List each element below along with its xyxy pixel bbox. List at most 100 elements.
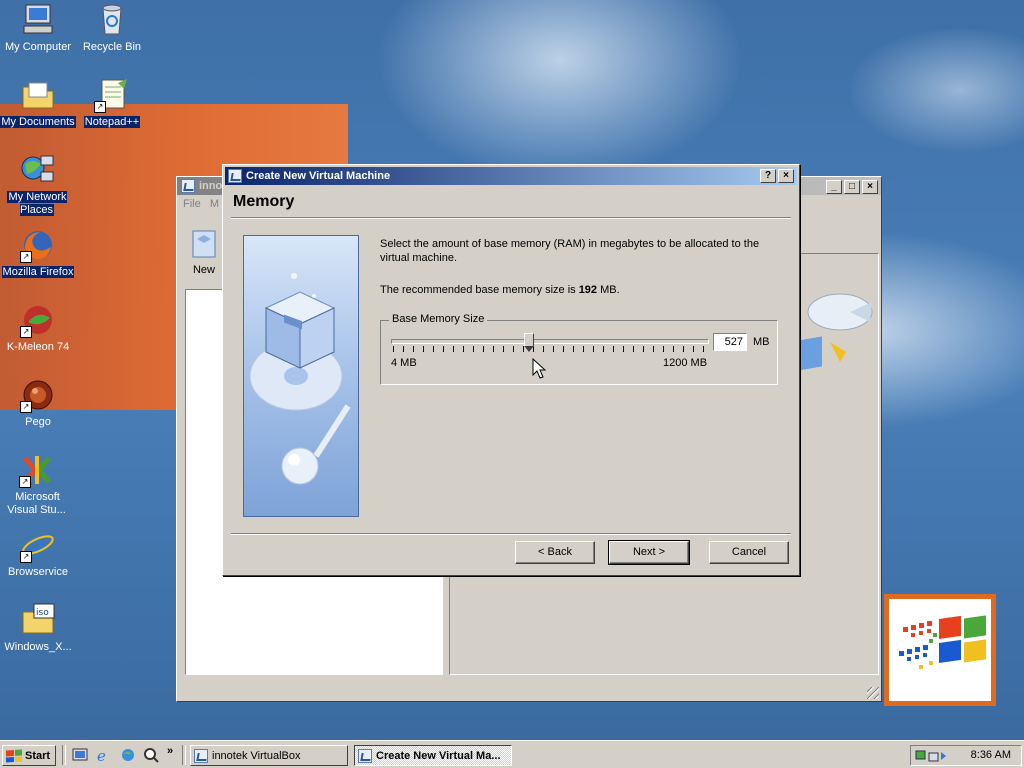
create-vm-dialog[interactable]: Create New Virtual Machine ? × Memory Se…: [222, 164, 800, 576]
divider: [231, 217, 791, 219]
windows-flag-icon: [6, 748, 22, 763]
svg-text:iso: iso: [36, 608, 49, 618]
svg-text:e: e: [97, 747, 106, 763]
slider-max-label: 1200 MB: [663, 357, 708, 369]
group-title: Base Memory Size: [389, 313, 488, 325]
desktop-icon-browservice[interactable]: e ↗ Browservice: [0, 527, 76, 579]
taskbar: Start e » innotek VirtualBox Create New …: [0, 740, 1024, 768]
desktop-icon-notepadpp[interactable]: ↗ Notepad++: [74, 77, 150, 129]
desktop-icon-firefox[interactable]: ↗ Mozilla Firefox: [0, 227, 76, 279]
virtualbox-app-icon: [228, 169, 242, 183]
back-button[interactable]: < Back: [515, 541, 595, 564]
minimize-button[interactable]: _: [826, 180, 842, 194]
desktop-icon-pego[interactable]: ↗ Pego: [0, 377, 76, 429]
memory-recommendation: The recommended base memory size is 192 …: [380, 283, 620, 297]
cancel-button[interactable]: Cancel: [709, 541, 789, 564]
windows-flag-icon: [899, 615, 986, 669]
desktop-icon-my-computer[interactable]: My Computer: [0, 2, 76, 54]
task-virtualbox[interactable]: innotek VirtualBox: [190, 745, 348, 766]
desktop-icon-visual-studio[interactable]: ↗ Microsoft Visual Stu...: [0, 452, 74, 517]
system-tray: 8:36 AM: [910, 745, 1022, 766]
network-icon: [19, 152, 55, 188]
folder-icon: [20, 77, 56, 113]
task-create-vm[interactable]: Create New Virtual Ma...: [354, 745, 512, 766]
resize-grip[interactable]: [867, 687, 879, 699]
shortcut-arrow-icon: ↗: [94, 101, 106, 113]
slider-min-label: 4 MB: [391, 357, 417, 369]
memory-unit-label: MB: [753, 336, 770, 348]
desktop-icon-my-documents[interactable]: My Documents: [0, 77, 76, 129]
virtualbox-app-icon: [181, 179, 195, 193]
computer-icon: [20, 2, 56, 38]
virtualbox-logo-icon: [800, 293, 873, 371]
new-vm-button[interactable]: New: [187, 229, 221, 276]
menu-machine[interactable]: M: [210, 198, 219, 210]
shortcut-arrow-icon: ↗: [20, 551, 32, 563]
slider-thumb[interactable]: [524, 333, 535, 352]
wizard-side-image: [243, 235, 359, 517]
desktop-icon-label: My Network Places: [7, 191, 67, 216]
maximize-button[interactable]: □: [844, 180, 860, 194]
desktop-icon-label: My Documents: [0, 116, 76, 128]
shortcut-arrow-icon: ↗: [19, 476, 31, 488]
desktop-icon-windows-iso[interactable]: iso Windows_X...: [0, 602, 76, 654]
taskbar-separator: [182, 745, 186, 765]
dialog-titlebar[interactable]: Create New Virtual Machine: [225, 167, 797, 185]
new-vm-label: New: [192, 264, 215, 276]
windows-logo-wallpaper: [884, 594, 996, 706]
recycle-bin-icon: [94, 2, 130, 38]
desktop-icon-my-network-places[interactable]: My Network Places: [0, 152, 74, 217]
dialog-title: Create New Virtual Machine: [246, 170, 391, 182]
memory-description: Select the amount of base memory (RAM) i…: [380, 238, 760, 264]
desktop-icon-recycle-bin[interactable]: Recycle Bin: [74, 2, 150, 54]
base-memory-group: Base Memory Size 527 MB 4 MB 1200 MB: [380, 313, 778, 385]
virtualbox-app-icon: [358, 748, 372, 763]
divider: [231, 533, 791, 535]
next-button[interactable]: Next >: [608, 540, 690, 565]
desktop-icon-k-meleon[interactable]: ↗ K-Meleon 74: [0, 302, 76, 354]
close-button[interactable]: ×: [862, 180, 878, 194]
start-button[interactable]: Start: [2, 745, 56, 766]
recommendation-suffix: MB.: [597, 284, 620, 296]
quicklaunch-chevron[interactable]: »: [167, 745, 173, 757]
task-label: innotek VirtualBox: [212, 749, 301, 762]
desktop-icon-label: Windows_X...: [4, 641, 72, 653]
ie-icon[interactable]: e: [96, 747, 112, 763]
search-icon[interactable]: [143, 747, 159, 763]
desktop-icon-label: Pego: [25, 416, 51, 428]
iso-file-icon: iso: [20, 602, 56, 638]
visual-studio-icon: ↗: [19, 452, 55, 488]
help-button[interactable]: ?: [760, 169, 776, 183]
firefox-icon: ↗: [20, 227, 56, 263]
memory-slider[interactable]: [391, 333, 709, 353]
pego-icon: ↗: [20, 377, 56, 413]
virtualbox-cube-icon: [249, 273, 351, 485]
menu-file[interactable]: File: [183, 198, 201, 210]
virtualbox-app-icon: [194, 748, 208, 763]
start-label: Start: [25, 749, 51, 762]
desktop-icon-label: Notepad++: [83, 116, 141, 128]
slider-ticks: [393, 346, 705, 352]
desktop: My Computer Recycle Bin My Documents ↗ N…: [0, 0, 1024, 740]
slider-track: [391, 339, 709, 344]
shortcut-arrow-icon: ↗: [20, 251, 32, 263]
desktop-icon-label: Recycle Bin: [82, 41, 142, 53]
k-meleon-icon: ↗: [20, 302, 56, 338]
show-desktop-icon[interactable]: [72, 747, 88, 763]
clock[interactable]: 8:36 AM: [971, 749, 1011, 761]
recommendation-prefix: The recommended base memory size is: [380, 284, 579, 296]
desktop-icon-label: K-Meleon 74: [6, 341, 70, 353]
memory-size-input[interactable]: 527: [713, 333, 747, 351]
tray-network-icon[interactable]: [915, 748, 947, 764]
new-vm-icon: [192, 230, 216, 258]
shortcut-arrow-icon: ↗: [20, 326, 32, 338]
page-title: Memory: [233, 193, 295, 210]
mouse-cursor-icon: [532, 358, 546, 379]
desktop-icon-label: Microsoft Visual Stu...: [7, 491, 66, 516]
network-icon[interactable]: [120, 747, 136, 763]
notepad-icon: ↗: [94, 77, 130, 113]
desktop-icon-label: My Computer: [4, 41, 72, 53]
desktop-icon-label: Mozilla Firefox: [1, 266, 75, 278]
close-button[interactable]: ×: [778, 169, 794, 183]
desktop-icon-label: Browservice: [8, 566, 68, 578]
